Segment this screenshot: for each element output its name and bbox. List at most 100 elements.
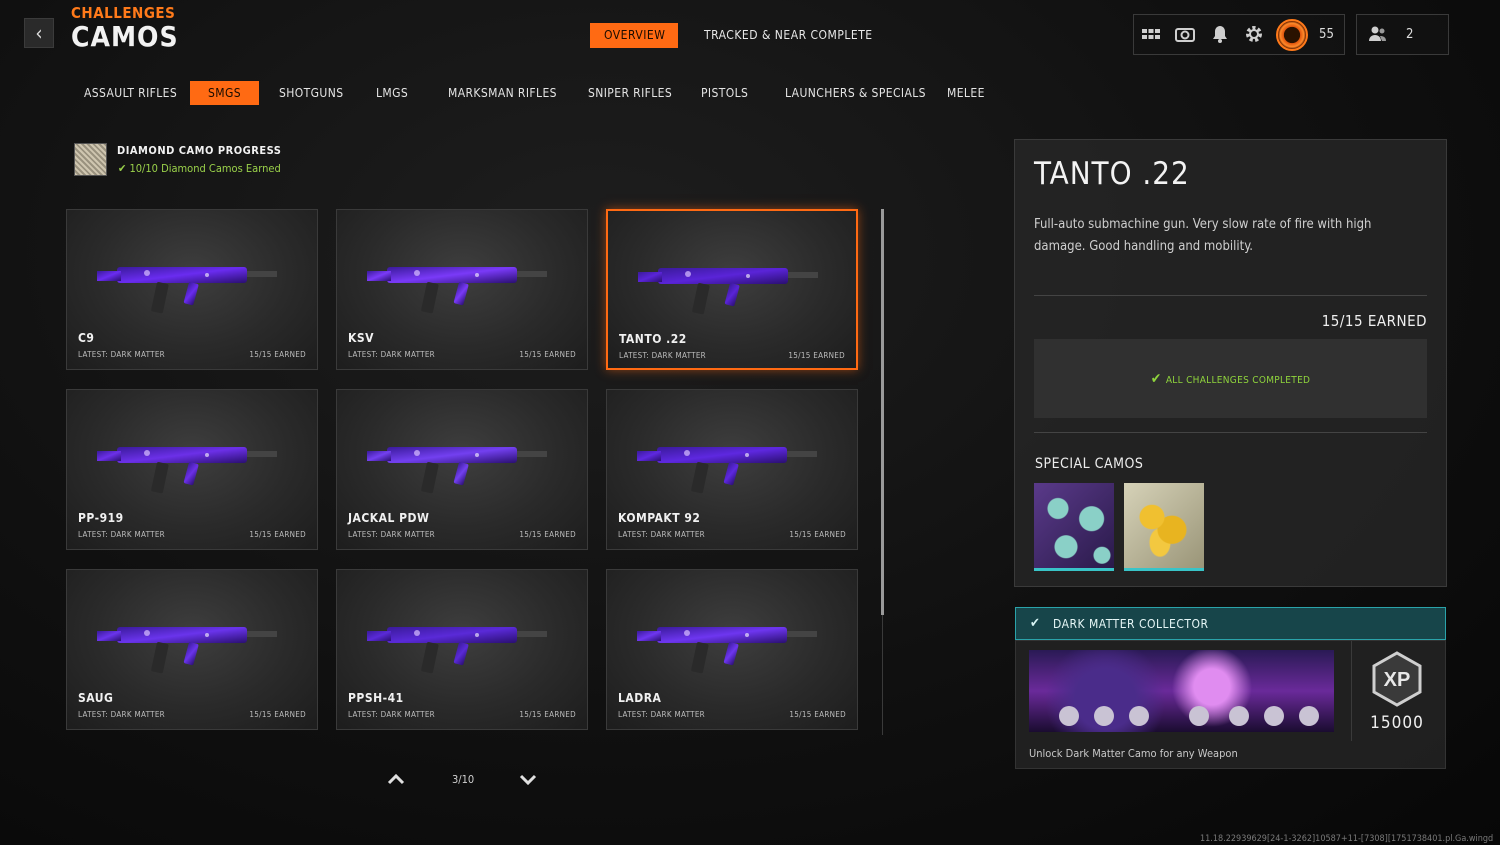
- checkmark-icon: ✔: [1150, 371, 1166, 387]
- page-down-button[interactable]: [518, 770, 538, 790]
- weapon-card-latest: LATEST: DARK MATTER: [78, 530, 165, 539]
- progress-subtitle-text: 10/10 Diamond Camos Earned: [129, 162, 281, 175]
- weapon-image: [637, 447, 817, 494]
- weapon-card[interactable]: LADRA LATEST: DARK MATTER 15/15 EARNED: [606, 569, 858, 730]
- weapon-image: [367, 447, 547, 494]
- weapon-card-latest: LATEST: DARK MATTER: [78, 350, 165, 359]
- diamond-camo-thumbnail: [74, 143, 107, 176]
- weapon-card-earned: 15/15 EARNED: [249, 530, 306, 539]
- cat-assault-rifles[interactable]: ASSAULT RIFLES: [84, 81, 177, 105]
- reward-title: DARK MATTER COLLECTOR: [1053, 617, 1209, 631]
- divider: [1351, 641, 1352, 741]
- weapon-image: [367, 627, 547, 674]
- weapon-detail-panel: TANTO .22 Full-auto submachine gun. Very…: [1014, 139, 1447, 587]
- divider: [1034, 295, 1427, 296]
- weapon-card-name: KOMPAKT 92: [618, 511, 701, 525]
- party-count: 2: [1406, 27, 1414, 42]
- grid-scrollbar[interactable]: [881, 209, 884, 615]
- xp-value: 15000: [1370, 713, 1424, 733]
- page-indicator: 3/10: [452, 773, 475, 786]
- progress-subtitle: ✔ 10/10 Diamond Camos Earned: [118, 162, 281, 175]
- cat-smgs[interactable]: SMGS: [190, 81, 259, 105]
- reward-description: Unlock Dark Matter Camo for any Weapon: [1029, 747, 1238, 760]
- weapon-card[interactable]: PPSH-41 LATEST: DARK MATTER 15/15 EARNED: [336, 569, 588, 730]
- cat-launchers-specials[interactable]: LAUNCHERS & SPECIALS: [785, 81, 926, 105]
- weapon-card[interactable]: TANTO .22 LATEST: DARK MATTER 15/15 EARNED: [606, 209, 858, 370]
- weapon-name: TANTO .22: [1034, 156, 1190, 192]
- weapon-description: Full-auto submachine gun. Very slow rate…: [1034, 217, 1372, 254]
- cat-melee[interactable]: MELEE: [947, 81, 985, 105]
- weapon-card-earned: 15/15 EARNED: [519, 530, 576, 539]
- weapon-card[interactable]: PP-919 LATEST: DARK MATTER 15/15 EARNED: [66, 389, 318, 550]
- party-members-icon: [1367, 24, 1389, 46]
- weapon-card-latest: LATEST: DARK MATTER: [618, 710, 705, 719]
- weapon-card[interactable]: KOMPAKT 92 LATEST: DARK MATTER 15/15 EARNE…: [606, 389, 858, 550]
- progress-title: DIAMOND CAMO PROGRESS: [117, 144, 282, 157]
- weapon-image: [97, 447, 277, 494]
- weapon-card[interactable]: SAUG LATEST: DARK MATTER 15/15 EARNED: [66, 569, 318, 730]
- weapon-image: [638, 268, 818, 315]
- weapon-card-latest: LATEST: DARK MATTER: [619, 351, 706, 360]
- weapon-image: [367, 267, 547, 314]
- player-level: 55: [1319, 27, 1334, 42]
- reward-header[interactable]: ✔ DARK MATTER COLLECTOR: [1015, 607, 1446, 640]
- weapon-card-name: TANTO .22: [619, 332, 687, 346]
- back-button[interactable]: ‹: [24, 18, 54, 48]
- cat-sniper-rifles[interactable]: SNIPER RIFLES: [588, 81, 672, 105]
- special-camo-tile[interactable]: [1124, 483, 1204, 571]
- weapon-card-name: SAUG: [78, 691, 114, 705]
- build-string: 11.18.22939629[24-1-3262]10587+11-[7308]…: [1200, 834, 1494, 844]
- prestige-badge-icon: [1276, 19, 1308, 51]
- status-bar: 55: [1133, 14, 1345, 55]
- weapon-card-name: JACKAL PDW: [348, 511, 430, 525]
- cat-pistols[interactable]: PISTOLS: [701, 81, 748, 105]
- weapon-card-name: PP-919: [78, 511, 124, 525]
- weapon-card-earned: 15/15 EARNED: [249, 710, 306, 719]
- weapon-card-latest: LATEST: DARK MATTER: [348, 350, 435, 359]
- special-camo-tile[interactable]: [1034, 483, 1114, 571]
- calling-card-image: [1029, 650, 1334, 732]
- completion-text: ALL CHALLENGES COMPLETED: [1165, 375, 1311, 386]
- checkmark-icon: ✔: [118, 162, 130, 175]
- weapon-card[interactable]: C9 LATEST: DARK MATTER 15/15 EARNED: [66, 209, 318, 370]
- camera-icon[interactable]: [1174, 24, 1196, 46]
- bell-icon[interactable]: [1209, 24, 1231, 46]
- weapon-card-earned: 15/15 EARNED: [519, 710, 576, 719]
- weapon-image: [97, 627, 277, 674]
- grid-scroll-track: [882, 615, 883, 735]
- tab-tracked[interactable]: TRACKED & NEAR COMPLETE: [704, 23, 873, 48]
- weapon-card-earned: 15/15 EARNED: [789, 530, 846, 539]
- chevron-up-icon: [387, 773, 405, 785]
- weapon-card[interactable]: KSV LATEST: DARK MATTER 15/15 EARNED: [336, 209, 588, 370]
- weapon-card-name: KSV: [348, 331, 374, 345]
- divider: [1034, 432, 1427, 433]
- weapon-card-latest: LATEST: DARK MATTER: [348, 530, 435, 539]
- reward-panel: XP 15000 Unlock Dark Matter Camo for any…: [1015, 640, 1446, 769]
- special-camos-label: SPECIAL CAMOS: [1035, 456, 1144, 472]
- gear-icon[interactable]: [1243, 24, 1265, 46]
- chevron-down-icon: [519, 774, 537, 786]
- weapon-image: [637, 627, 817, 674]
- weapon-card-name: PPSH-41: [348, 691, 404, 705]
- weapon-card-earned: 15/15 EARNED: [249, 350, 306, 359]
- weapon-card-earned: 15/15 EARNED: [519, 350, 576, 359]
- party-indicator[interactable]: 2: [1356, 14, 1449, 55]
- weapon-image: [97, 267, 277, 314]
- weapon-card-latest: LATEST: DARK MATTER: [348, 710, 435, 719]
- weapon-card-name: C9: [78, 331, 95, 345]
- page-title: CAMOS: [71, 20, 179, 53]
- weapon-card[interactable]: JACKAL PDW LATEST: DARK MATTER 15/15 EARNE…: [336, 389, 588, 550]
- page-up-button[interactable]: [386, 770, 406, 790]
- weapon-card-earned: 15/15 EARNED: [788, 351, 845, 360]
- cat-lmgs[interactable]: LMGS: [376, 81, 408, 105]
- weapon-card-latest: LATEST: DARK MATTER: [618, 530, 705, 539]
- xp-label: XP: [1384, 669, 1411, 691]
- tab-overview[interactable]: OVERVIEW: [590, 23, 678, 48]
- cat-marksman-rifles[interactable]: MARKSMAN RIFLES: [448, 81, 557, 105]
- cat-shotguns[interactable]: SHOTGUNS: [279, 81, 343, 105]
- checkmark-icon: ✔: [1030, 616, 1040, 631]
- grid-menu-icon[interactable]: [1140, 24, 1162, 46]
- weapon-card-earned: 15/15 EARNED: [789, 710, 846, 719]
- xp-icon: XP: [1371, 651, 1423, 707]
- chevron-left-icon: ‹: [35, 21, 43, 45]
